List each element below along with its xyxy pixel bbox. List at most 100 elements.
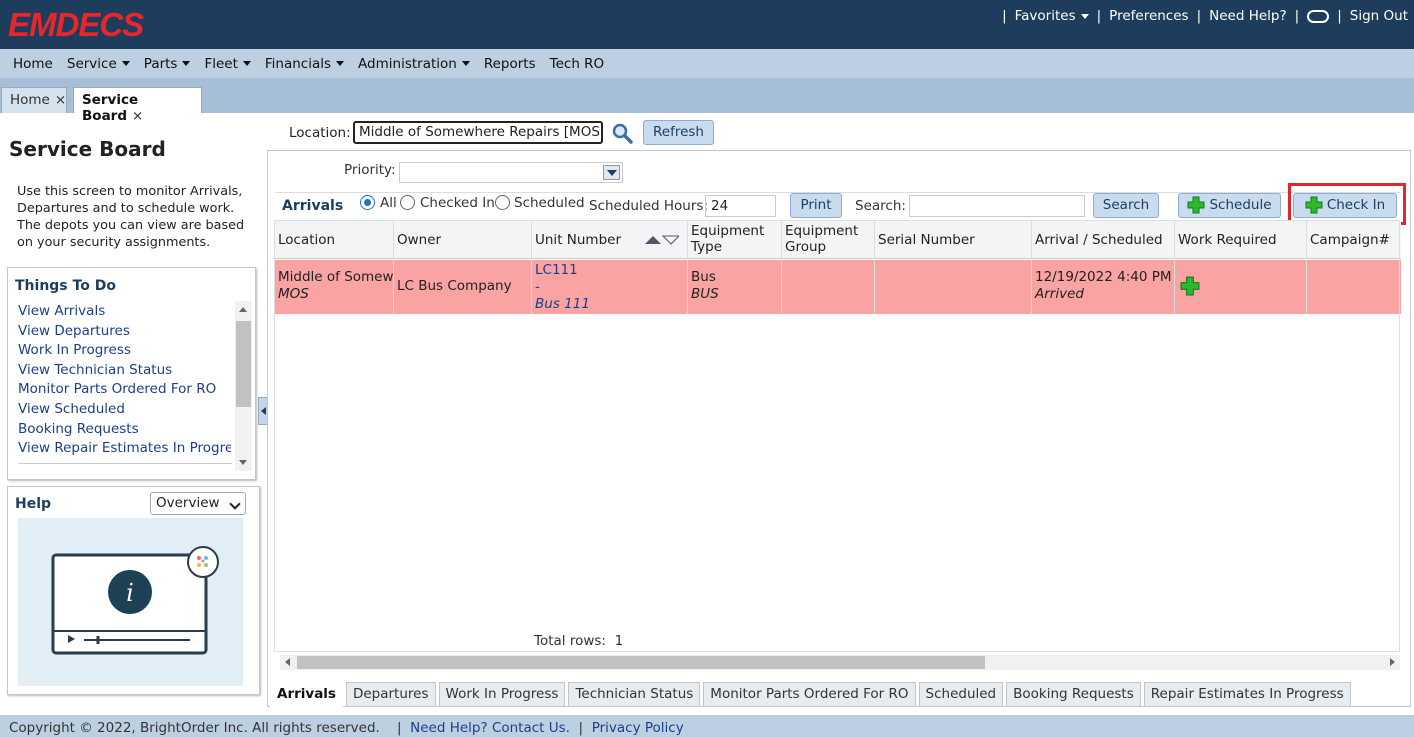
col-arrival-scheduled[interactable]: Arrival / Scheduled [1032,221,1175,259]
tab-home[interactable]: Home × [1,87,67,113]
close-icon[interactable]: × [132,108,143,124]
scroll-thumb[interactable] [297,656,985,669]
top-links: | Favorites | Preferences | Need Help? |… [1002,8,1408,24]
cell-location: Middle of Somewhere RepairsMOS [275,260,394,314]
menu-home[interactable]: Home [13,56,53,72]
todo-view-arrivals[interactable]: View Arrivals [18,302,231,322]
intro-text: Use this screen to monitor Arrivals, Dep… [17,184,245,250]
radio-all[interactable] [360,195,375,210]
favorites-menu[interactable]: Favorites [1015,8,1089,24]
col-work-required[interactable]: Work Required [1175,221,1307,259]
menu-tech-ro[interactable]: Tech RO [550,56,605,72]
menu-reports[interactable]: Reports [484,56,536,72]
radio-scheduled[interactable] [495,195,510,210]
divider [18,463,232,464]
help-panel: Help Overview i [7,486,260,695]
tab-technician-status[interactable]: Technician Status [568,682,701,707]
tab-bar: Home × Service Board × [0,78,1414,124]
col-owner[interactable]: Owner [394,221,532,259]
priority-label: Priority: [344,162,396,178]
things-to-do-panel: Things To Do View Arrivals View Departur… [7,267,256,480]
plus-icon [1187,196,1205,214]
grid-header: Location Owner Unit Number Equipment Type… [275,221,1401,259]
tab-scheduled[interactable]: Scheduled [918,682,1004,707]
chevron-down-icon [336,61,345,66]
todo-booking-requests[interactable]: Booking Requests [18,420,231,440]
menu-fleet[interactable]: Fleet [204,56,251,72]
tab-service-board[interactable]: Service Board × [73,87,202,124]
search-button[interactable]: Search [1093,193,1159,218]
cell-unit-number[interactable]: LC111- Bus 111 [532,260,688,314]
svg-text:i: i [126,579,134,607]
arrivals-title: Arrivals [282,198,344,214]
arrivals-grid: Location Owner Unit Number Equipment Type… [274,220,1401,652]
tab-booking-requests[interactable]: Booking Requests [1006,682,1141,707]
dropdown-arrow-icon[interactable] [603,165,620,180]
search-input[interactable] [909,195,1085,217]
contact-link[interactable]: Need Help? Contact Us. [410,720,570,736]
menu-financials[interactable]: Financials [265,56,345,72]
chevron-down-icon [1080,13,1089,19]
todo-scrollbar[interactable] [235,301,252,471]
col-serial-number[interactable]: Serial Number [875,221,1032,259]
col-location[interactable]: Location [275,221,394,259]
add-work-icon[interactable] [1180,276,1200,296]
radio-checked-in-label: Checked In [420,195,495,211]
col-equipment-type[interactable]: Equipment Type [688,221,782,259]
tab-parts-ordered[interactable]: Monitor Parts Ordered For RO [703,682,916,707]
priority-select[interactable] [399,162,623,183]
tab-arrivals[interactable]: Arrivals [270,682,343,707]
grid-horizontal-scrollbar[interactable] [280,655,1400,670]
col-unit-number[interactable]: Unit Number [532,221,688,259]
table-row[interactable]: Middle of Somewhere RepairsMOS LC Bus Co… [275,260,1401,314]
chevron-down-icon [182,61,191,66]
menu-parts[interactable]: Parts [144,56,191,72]
radio-all-label: All [380,195,397,211]
schedule-button[interactable]: Schedule [1178,193,1281,218]
bottom-tabs: Arrivals Departures Work In Progress Tec… [270,682,1351,707]
chevron-down-icon [461,61,470,66]
privacy-link[interactable]: Privacy Policy [592,720,684,736]
scroll-thumb[interactable] [236,321,251,407]
footer: Copyright © 2022, BrightOrder Inc. All r… [0,715,1414,737]
tab-departures[interactable]: Departures [345,682,436,707]
chevron-down-icon [242,61,251,66]
chat-icon[interactable] [1307,9,1330,23]
todo-parts-ordered[interactable]: Monitor Parts Ordered For RO [18,380,231,400]
todo-view-scheduled[interactable]: View Scheduled [18,400,231,420]
todo-view-departures[interactable]: View Departures [18,322,231,342]
menu-administration[interactable]: Administration [358,56,470,72]
col-campaign[interactable]: Campaign# [1307,221,1400,259]
scroll-right-icon[interactable] [1390,658,1395,666]
sort-icon[interactable] [645,235,679,245]
cell-owner: LC Bus Company [394,260,532,314]
todo-technician-status[interactable]: View Technician Status [18,361,231,381]
location-input[interactable]: Middle of Somewhere Repairs [MOS] [353,121,603,144]
copyright-text: Copyright © 2022, BrightOrder Inc. All r… [9,720,380,736]
sign-out-link[interactable]: Sign Out [1350,8,1408,24]
emdecs-logo: EMDECS [8,6,144,43]
tab-work-in-progress[interactable]: Work In Progress [438,682,566,707]
col-equipment-group[interactable]: Equipment Group [782,221,875,259]
search-icon[interactable] [610,121,634,145]
scroll-down-icon[interactable] [239,460,247,465]
page-title: Service Board [9,137,166,161]
scheduled-hours-input[interactable]: 24 [705,195,776,217]
close-icon[interactable]: × [55,92,66,108]
things-to-do-title: Things To Do [15,278,116,294]
help-topic-select[interactable]: Overview [150,492,246,515]
help-video-thumbnail[interactable]: i [18,518,243,686]
cell-equipment-type: Bus BUS [688,260,782,314]
check-in-highlight [1288,183,1406,225]
scroll-up-icon[interactable] [239,307,247,312]
preferences-link[interactable]: Preferences [1109,8,1188,24]
todo-repair-estimates[interactable]: View Repair Estimates In Progress [18,439,231,459]
refresh-button[interactable]: Refresh [643,120,714,145]
need-help-link[interactable]: Need Help? [1209,8,1287,24]
todo-work-in-progress[interactable]: Work In Progress [18,341,231,361]
menu-service[interactable]: Service [67,56,130,72]
radio-checked-in[interactable] [400,195,415,210]
tab-repair-estimates[interactable]: Repair Estimates In Progress [1143,682,1351,707]
print-button[interactable]: Print [790,193,842,218]
scroll-left-icon[interactable] [285,658,290,666]
